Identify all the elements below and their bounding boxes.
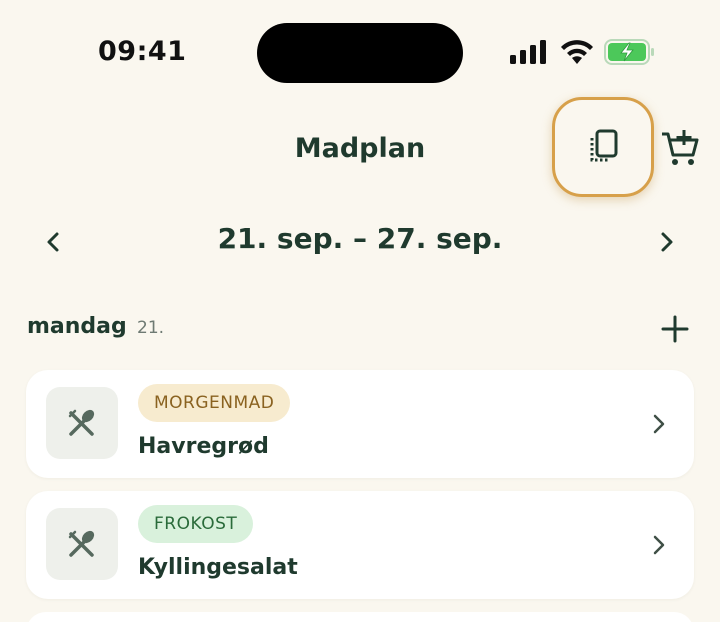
meal-card-partial[interactable] [26, 612, 694, 622]
add-meal-button[interactable] [660, 314, 690, 344]
battery-charging-icon [604, 39, 654, 65]
day-date: 21. [137, 318, 165, 338]
meal-thumbnail [46, 508, 118, 580]
add-to-cart-button[interactable] [660, 128, 700, 168]
meal-name: Havregrød [138, 434, 269, 459]
status-time: 09:41 [98, 36, 187, 67]
cellular-signal-icon [510, 40, 546, 64]
week-navigation: 21. sep. – 27. sep. [0, 222, 720, 262]
wifi-icon [561, 40, 593, 64]
chevron-right-icon [661, 232, 673, 252]
meal-card-breakfast[interactable]: MORGENMAD Havregrød [26, 370, 694, 478]
cart-plus-icon [662, 130, 699, 165]
utensils-icon [68, 530, 95, 557]
meal-card-lunch[interactable]: FROKOST Kyllingesalat [26, 491, 694, 599]
meal-name: Kyllingesalat [138, 555, 298, 580]
week-range-label: 21. sep. – 27. sep. [217, 222, 503, 255]
next-week-button[interactable] [654, 226, 680, 258]
meal-type-badge: FROKOST [138, 505, 254, 543]
chevron-right-icon [653, 414, 665, 434]
plus-icon [661, 315, 689, 343]
copy-week-button[interactable] [552, 97, 654, 197]
utensils-icon [68, 409, 95, 436]
meal-type-badge: MORGENMAD [138, 384, 291, 422]
chevron-right-icon [653, 535, 665, 555]
copy-icon [590, 129, 618, 162]
meal-thumbnail [46, 387, 118, 459]
dynamic-island [257, 23, 463, 83]
meal-plan-screen: 09:41 Madplan 21. sep. – 27. sep. mandag… [0, 0, 720, 622]
day-name: mandag [27, 314, 127, 339]
